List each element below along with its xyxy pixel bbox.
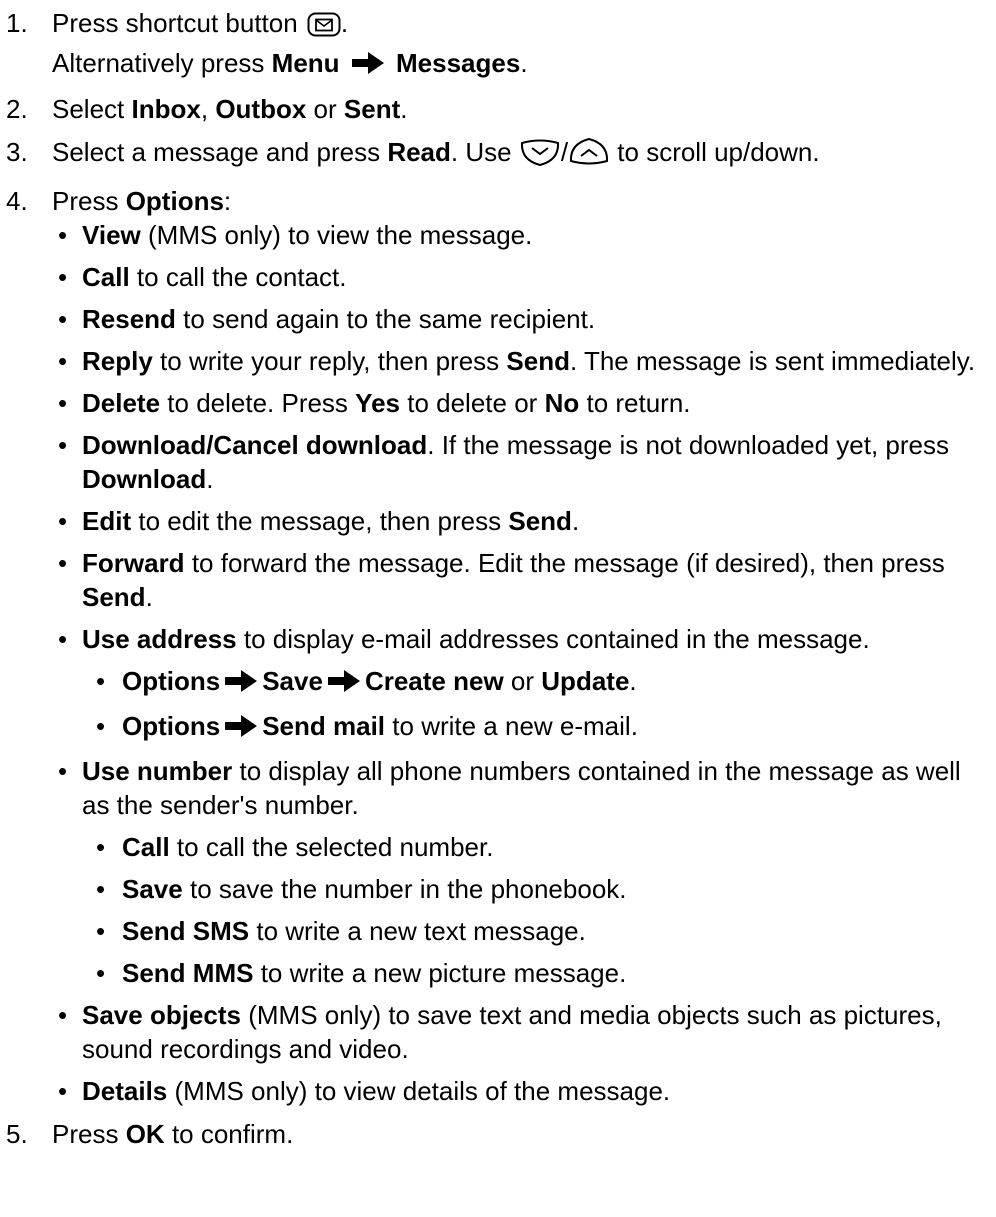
step-number: 2. [6,94,28,124]
sub-list-item: • Options Send mail to write a new e-mail… [0,709,990,746]
menu-label: Menu [271,48,340,78]
bullet: • [58,1000,68,1030]
nav-down-key-icon [519,137,561,175]
options-label: Options [125,186,224,216]
sub-list-item: • Send SMS to write a new text message. [96,916,586,946]
sent-label: Sent [343,94,401,124]
step-2: 2. Select Inbox, Outbox or Sent. [6,94,408,124]
list-item: • Edit to edit the message, then press S… [58,506,580,536]
step-number: 4. [6,186,28,216]
right-arrow-icon [224,667,258,701]
list-item: • Use address to display e-mail addresse… [58,624,870,654]
outbox-label: Outbox [215,94,307,124]
list-item: • Download/Cancel download. If the messa… [58,430,949,494]
sub-list-item: • Save to save the number in the phonebo… [96,874,627,904]
step-4: 4. Press Options: • View (MMS only) to v… [0,184,990,1108]
sub-list-item: • Call to call the selected number. [96,832,494,862]
list-item: • Save objects (MMS only) to save text a… [58,1000,942,1064]
bullet: • [96,958,106,988]
bullet: • [58,548,68,578]
list-item: • View (MMS only) to view the message. [58,220,533,250]
bullet: • [58,304,68,334]
ok-label: OK [125,1119,165,1149]
step-1: 1. Press shortcut button . Alternatively… [0,6,990,83]
bullet: • [96,711,106,741]
right-arrow-icon [351,49,385,83]
list-item: • Delete to delete. Press Yes to delete … [58,388,691,418]
right-arrow-icon [327,667,361,701]
step-number: 5. [6,1119,28,1149]
step-3: 3. Select a message and press Read. Use … [0,135,990,175]
list-item: • Details (MMS only) to view details of … [58,1076,671,1106]
list-item: • Use number to display all phone number… [58,756,961,820]
right-arrow-icon [224,712,258,746]
bullet: • [58,624,68,654]
step-5: 5. Press OK to confirm. [6,1119,294,1149]
bullet: • [58,506,68,536]
sub-list-item: • Options Save Create new or Update. [0,664,990,701]
step-number: 1. [6,8,28,38]
inbox-label: Inbox [131,94,201,124]
bullet: • [58,430,68,460]
envelope-key-icon [307,12,341,46]
instructions-document: 1. Press shortcut button . Alternatively… [0,6,990,1160]
bullet: • [58,346,68,376]
bullet: • [58,220,68,250]
bullet: • [58,756,68,786]
bullet: • [96,916,106,946]
messages-label: Messages [396,48,521,78]
sub-list-item: • Send MMS to write a new picture messag… [96,958,627,988]
bullet: • [58,262,68,292]
bullet: • [96,832,106,862]
list-item: • Call to call the contact. [58,262,347,292]
bullet: • [58,388,68,418]
bullet: • [96,666,106,696]
nav-up-key-icon [568,137,610,175]
read-label: Read [387,137,451,167]
list-item: • Forward to forward the message. Edit t… [58,548,945,612]
list-item: • Reply to write your reply, then press … [58,346,976,376]
list-item: • Resend to send again to the same recip… [58,304,596,334]
step-text: Press shortcut button [52,8,298,38]
bullet: • [58,1076,68,1106]
step-number: 3. [6,137,28,167]
bullet: • [96,874,106,904]
